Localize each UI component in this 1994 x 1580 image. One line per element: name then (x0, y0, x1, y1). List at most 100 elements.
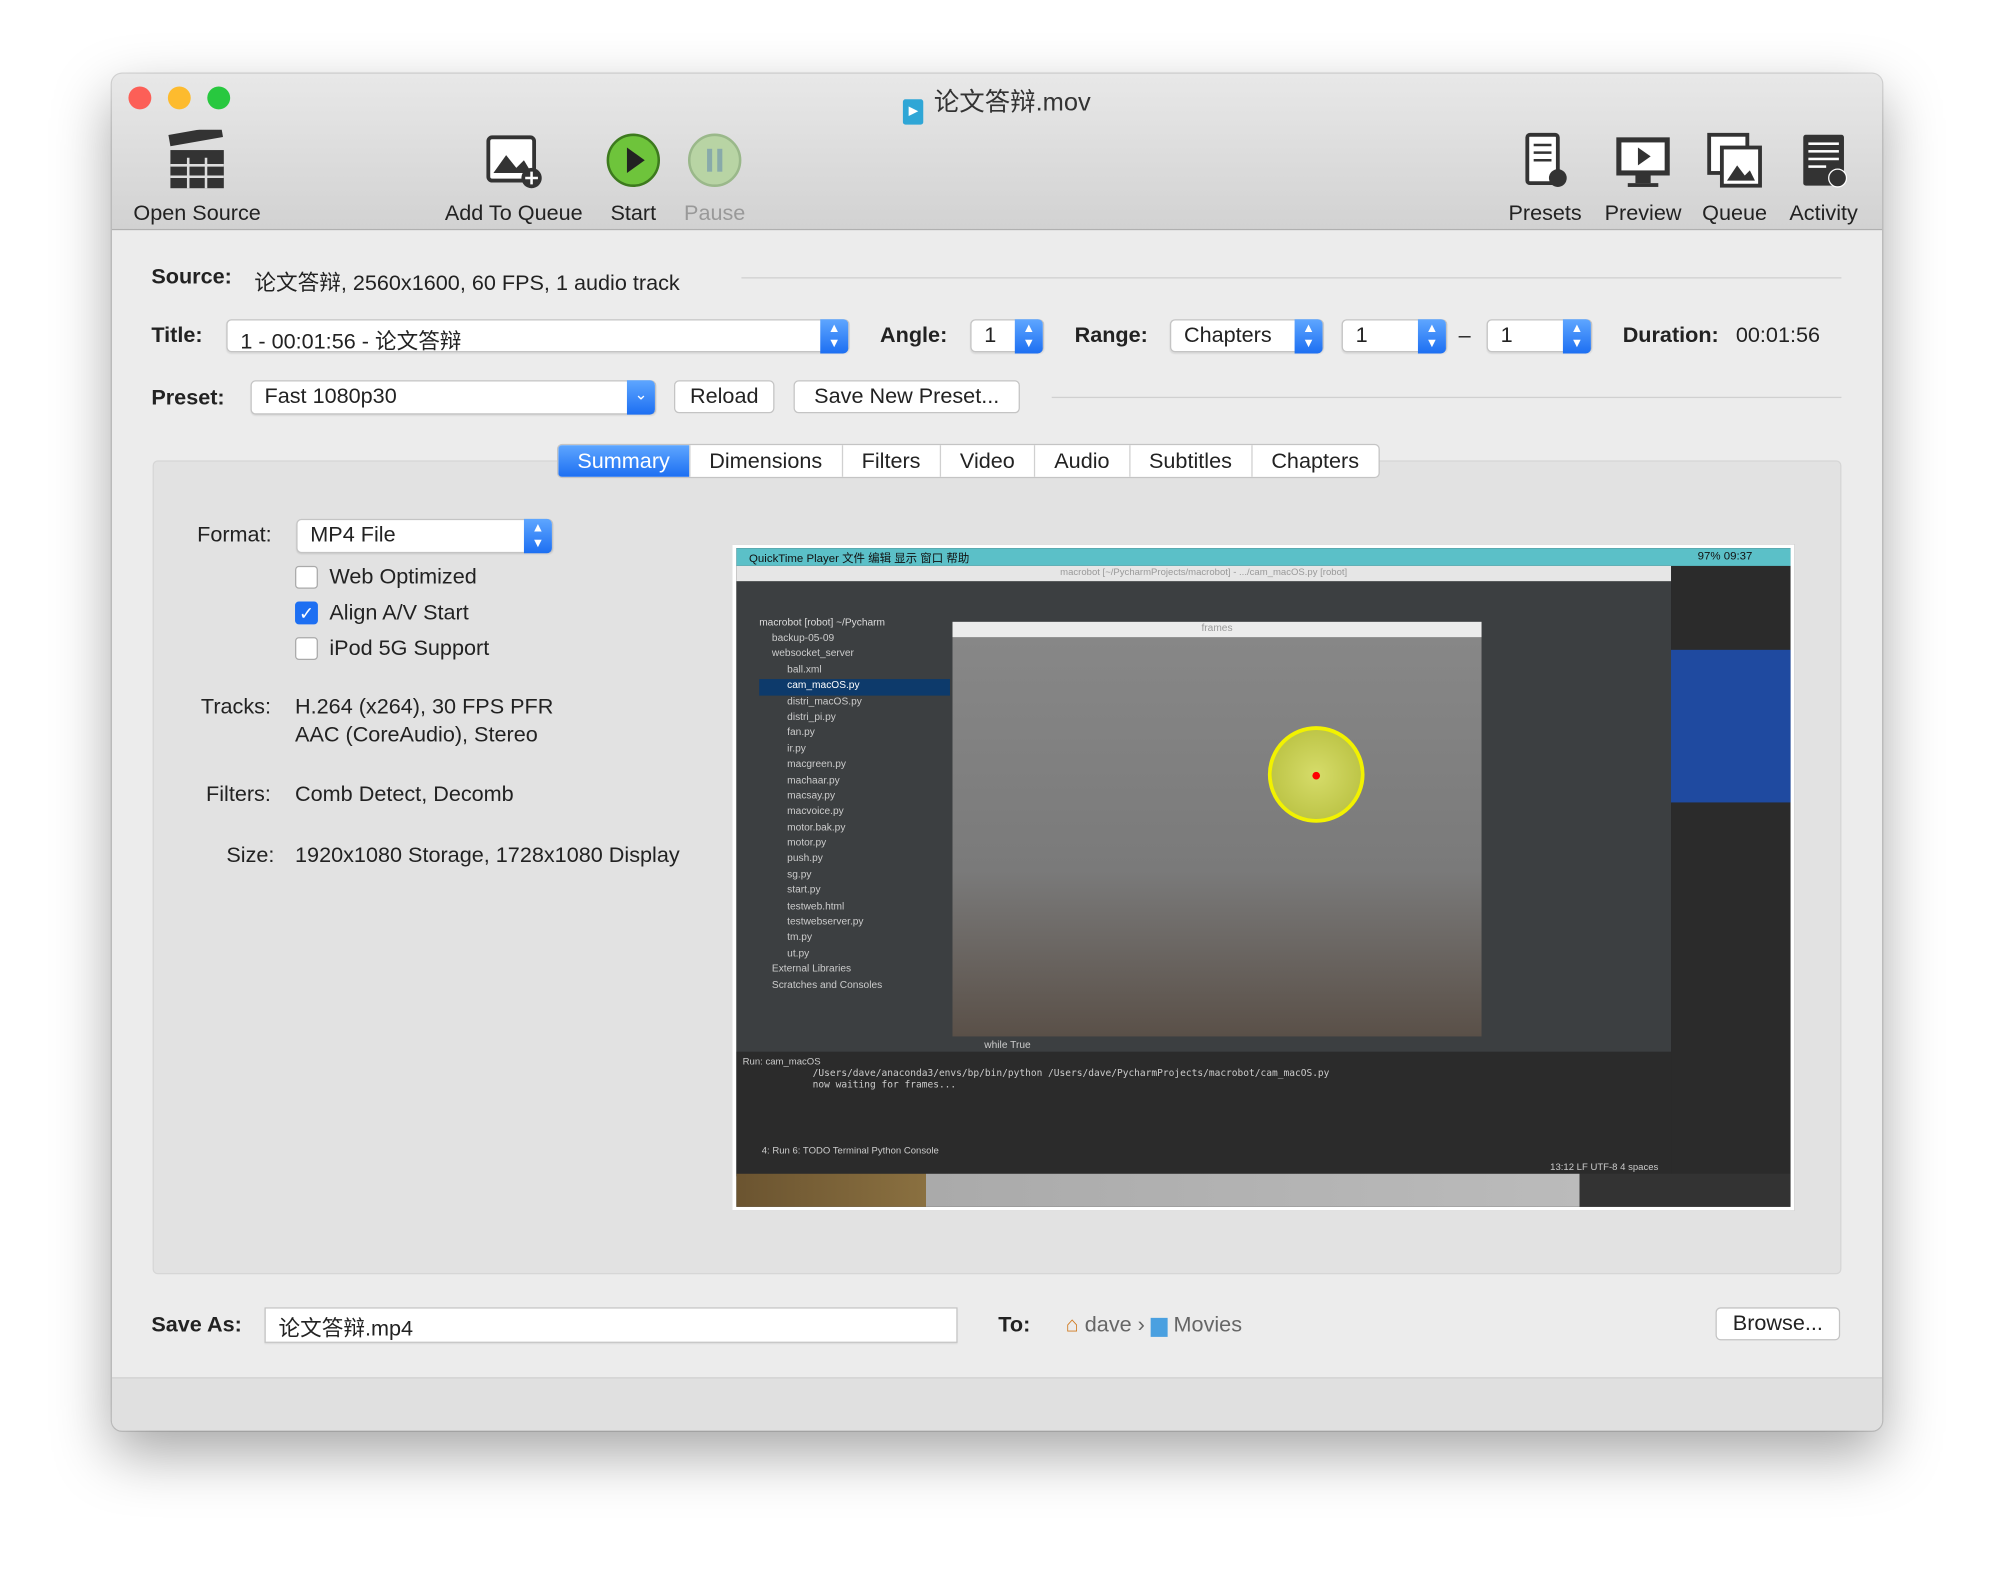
preview-button[interactable]: Preview (1597, 130, 1689, 227)
web-optimized-checkbox[interactable] (295, 565, 318, 589)
tab-audio[interactable]: Audio (1035, 445, 1130, 477)
tab-summary[interactable]: Summary (558, 445, 691, 477)
stepper-arrows-icon: ▲ ▼ (523, 518, 552, 554)
preview-file-item: fan.py (787, 726, 815, 739)
path-movies: Movies (1173, 1312, 1243, 1337)
queue-photos-icon (1704, 130, 1765, 191)
start-button[interactable]: Start (595, 130, 671, 227)
title-label: Title: (151, 323, 203, 348)
range-start-select[interactable]: 1 ▲ ▼ (1341, 319, 1448, 354)
preview-dock (736, 1173, 1791, 1207)
align-av-checkbox[interactable]: ✓ (295, 601, 318, 625)
preview-file-item: push.py (787, 852, 823, 865)
preview-image: QuickTime Player 文件 编辑 显示 窗口 帮助 97% 09:37… (732, 544, 1795, 1211)
preview-run-tab: Run: cam_macOS (742, 1055, 821, 1067)
preview-file-item: machaar.py (787, 773, 840, 786)
preview-status: 13:12 LF UTF-8 4 spaces (1550, 1161, 1659, 1173)
chevron-down-icon: ⌄ (626, 380, 655, 415)
pause-button[interactable]: Pause (677, 130, 753, 227)
range-type-select[interactable]: Chapters ▲ ▼ (1169, 319, 1324, 354)
preview-file-tree: backup-05-09 websocket_server ball.xml cam_… (759, 632, 950, 994)
preset-value: Fast 1080p30 (264, 384, 397, 409)
tab-subtitles[interactable]: Subtitles (1130, 445, 1253, 477)
range-end-select[interactable]: 1 ▲ ▼ (1486, 319, 1593, 354)
stepper-arrows-icon: ▲ ▼ (1294, 319, 1323, 354)
preview-menu-text: QuickTime Player 文件 编辑 显示 窗口 帮助 (749, 551, 970, 565)
preview-ide: macrobot [~/PycharmProjects/macrobot] - … (736, 565, 1672, 1177)
tab-video[interactable]: Video (941, 445, 1036, 477)
range-start-value: 1 (1355, 323, 1368, 348)
tab-chapters[interactable]: Chapters (1252, 445, 1378, 477)
preview-file-item: Scratches and Consoles (771, 978, 883, 991)
preview-file-item: External Libraries (771, 962, 852, 975)
preview-frames-window: frames (952, 621, 1482, 1037)
toolbar: ▶ 论文答辩.mov Open Source Add To Queue Start… (111, 73, 1883, 231)
stepper-arrows-icon: ▲ ▼ (820, 319, 849, 354)
filters-value: Comb Detect, Decomb (295, 782, 514, 807)
preview-file-item: macsay.py (787, 789, 836, 802)
destination-path[interactable]: ⌂ dave › ▆ Movies (1066, 1312, 1242, 1337)
reload-button[interactable]: Reload (674, 380, 775, 414)
movie-file-icon: ▶ (903, 99, 924, 125)
folder-icon: ▆ (1150, 1312, 1168, 1337)
save-as-input[interactable] (264, 1307, 958, 1343)
preview-frames-title: frames (952, 621, 1482, 638)
size-label: Size: (226, 843, 275, 868)
save-new-preset-button[interactable]: Save New Preset... (793, 380, 1020, 414)
size-value: 1920x1080 Storage, 1728x1080 Display (295, 843, 680, 868)
format-select[interactable]: MP4 File ▲ ▼ (296, 518, 554, 554)
format-value: MP4 File (310, 522, 396, 547)
title-select[interactable]: 1 - 00:01:56 - 论文答辩 ▲ ▼ (226, 319, 850, 354)
preview-file-item: motor.py (787, 836, 827, 849)
home-icon: ⌂ (1065, 1312, 1079, 1337)
source-label: Source: (151, 264, 232, 289)
preview-file-item: distri_macOS.py (787, 695, 862, 707)
window-title-text: 论文答辩.mov (933, 89, 1091, 117)
track-video: H.264 (x264), 30 FPS PFR (295, 694, 554, 719)
tennis-ball (1267, 726, 1365, 823)
queue-button[interactable]: Queue (1694, 130, 1775, 227)
ipod-label: iPod 5G Support (329, 635, 490, 661)
preview-background-window (1671, 649, 1791, 803)
divider (741, 277, 1842, 279)
preview-file-item: testweb.html (787, 899, 845, 912)
preview-file-item: cam_macOS.py (759, 679, 950, 696)
preset-select[interactable]: Fast 1080p30 ⌄ (250, 380, 657, 415)
preview-file-item: tm.py (787, 931, 813, 943)
start-label: Start (610, 200, 657, 226)
ipod-checkbox[interactable] (295, 637, 318, 661)
activity-label: Activity (1789, 200, 1858, 226)
stepper-arrows-icon: ▲ ▼ (1417, 319, 1446, 354)
angle-value: 1 (984, 323, 997, 348)
tab-dimensions[interactable]: Dimensions (690, 445, 843, 477)
window-title: ▶ 论文答辩.mov (112, 81, 1882, 125)
preview-file-item: sg.py (787, 868, 812, 880)
activity-log-icon (1793, 130, 1854, 191)
tab-filters[interactable]: Filters (843, 445, 941, 477)
track-audio: AAC (CoreAudio), Stereo (295, 722, 538, 747)
preview-file-item: motor.bak.py (787, 821, 846, 833)
duration-label: Duration: (1622, 323, 1719, 348)
to-label: To: (998, 1312, 1031, 1337)
add-to-queue-button[interactable]: Add To Queue (437, 130, 590, 227)
angle-select[interactable]: 1 ▲ ▼ (970, 319, 1045, 354)
divider (1051, 396, 1842, 399)
pause-label: Pause (684, 200, 746, 226)
range-value: Chapters (1183, 323, 1272, 348)
format-label: Format: (197, 522, 272, 547)
preview-code: while True (984, 1038, 1031, 1051)
range-end-value: 1 (1500, 323, 1513, 348)
preview-clock: 97% 09:37 (1697, 549, 1753, 563)
preset-label: Preset: (151, 385, 225, 410)
open-source-label: Open Source (133, 200, 261, 226)
range-label: Range: (1074, 323, 1148, 348)
web-optimized-label: Web Optimized (329, 564, 477, 589)
browse-button[interactable]: Browse... (1715, 1307, 1841, 1341)
open-source-button[interactable]: Open Source (127, 129, 267, 227)
angle-label: Angle: (880, 323, 948, 348)
activity-button[interactable]: Activity (1780, 130, 1866, 227)
presets-button[interactable]: Presets (1502, 130, 1588, 227)
duration-value: 00:01:56 (1735, 323, 1821, 348)
stepper-arrows-icon: ▲ ▼ (1562, 319, 1591, 354)
preview-file-item: macgreen.py (787, 758, 846, 770)
